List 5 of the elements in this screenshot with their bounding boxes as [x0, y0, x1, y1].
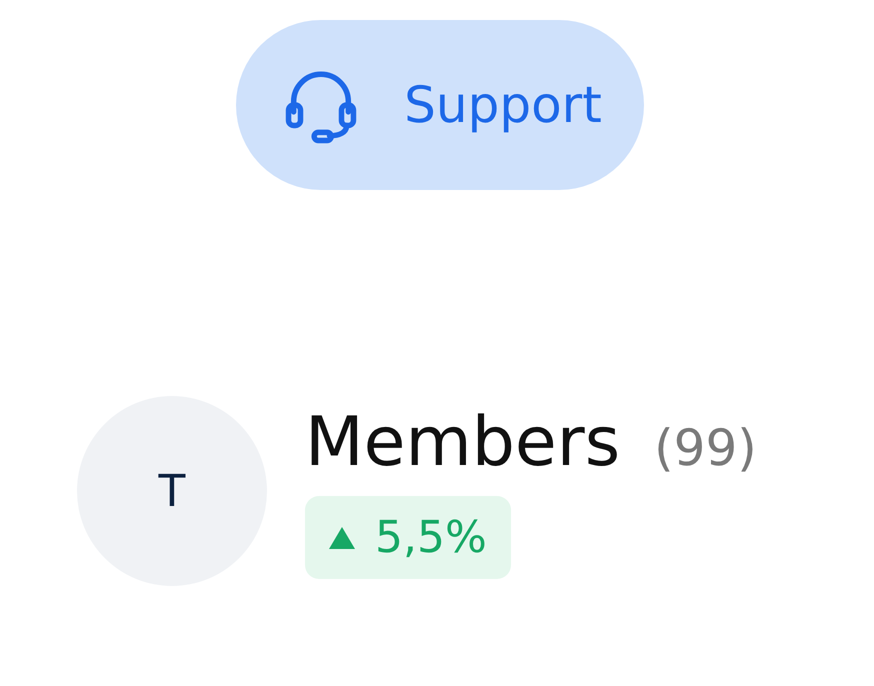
support-button[interactable]: Support [236, 20, 644, 190]
avatar: T [77, 396, 267, 586]
stat-count: (99) [654, 419, 757, 477]
change-value: 5,5% [375, 512, 487, 563]
stat-title: Members [305, 403, 620, 482]
